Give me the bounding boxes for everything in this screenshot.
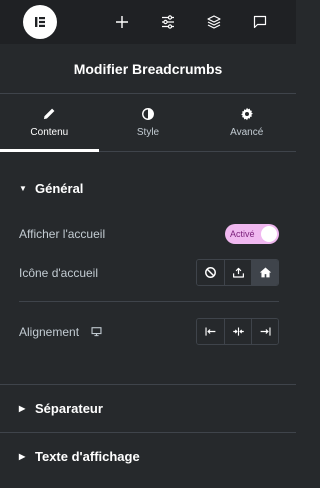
tab-content[interactable]: Contenu — [0, 94, 99, 152]
section-divider — [0, 384, 296, 385]
tab-style[interactable]: Style — [99, 94, 198, 151]
section-separator-header[interactable]: ▶ Séparateur — [19, 401, 103, 416]
section-general-title: Général — [35, 181, 84, 196]
tab-advanced-label: Avancé — [230, 127, 264, 138]
home-icon-choices — [196, 259, 279, 286]
chat-icon[interactable] — [251, 13, 269, 31]
panel-header: Modifier Breadcrumbs — [0, 44, 296, 94]
show-home-label: Afficher l'accueil — [19, 227, 106, 241]
tab-style-label: Style — [136, 127, 160, 138]
section-general-header[interactable]: ▼ Général — [19, 181, 83, 196]
align-center-icon[interactable] — [224, 319, 251, 344]
caret-down-icon: ▼ — [19, 184, 27, 193]
show-home-row: Afficher l'accueil Activé — [19, 224, 279, 244]
tab-advanced[interactable]: Avancé — [197, 94, 296, 151]
gear-icon — [240, 107, 253, 121]
section-display-text-title: Texte d'affichage — [35, 449, 140, 464]
elementor-logo-icon[interactable] — [23, 5, 57, 39]
pencil-icon — [44, 108, 55, 120]
section-separator-title: Séparateur — [35, 401, 103, 416]
align-right-icon[interactable] — [251, 319, 278, 344]
toggle-knob — [261, 226, 277, 242]
show-home-toggle[interactable]: Activé — [225, 224, 279, 244]
plus-icon[interactable] — [113, 13, 131, 31]
upload-icon[interactable] — [224, 260, 251, 285]
alignment-row: Alignement — [19, 318, 279, 345]
alignment-label-wrap: Alignement — [19, 325, 102, 339]
toggle-label: Activé — [230, 229, 255, 239]
none-icon[interactable] — [197, 260, 224, 285]
tab-content-label: Contenu — [30, 127, 69, 138]
home-icon-row: Icône d'accueil — [19, 259, 279, 286]
divider — [19, 301, 279, 302]
desktop-icon[interactable] — [91, 326, 102, 337]
contrast-icon — [142, 108, 154, 120]
section-display-text-header[interactable]: ▶ Texte d'affichage — [19, 449, 140, 464]
panel-tabs: Contenu Style Avancé — [0, 94, 296, 152]
top-toolbar — [0, 0, 296, 44]
panel-title: Modifier Breadcrumbs — [73, 60, 223, 77]
home-icon-label: Icône d'accueil — [19, 265, 99, 280]
alignment-choices — [196, 318, 279, 345]
section-divider — [0, 432, 296, 433]
layers-icon[interactable] — [205, 13, 223, 31]
sliders-icon[interactable] — [159, 13, 177, 31]
home-icon[interactable] — [251, 260, 278, 285]
align-left-icon[interactable] — [197, 319, 224, 344]
alignment-label: Alignement — [19, 324, 80, 339]
elementor-logo-glyph — [35, 17, 45, 27]
caret-right-icon: ▶ — [19, 452, 26, 461]
caret-right-icon: ▶ — [19, 404, 26, 413]
